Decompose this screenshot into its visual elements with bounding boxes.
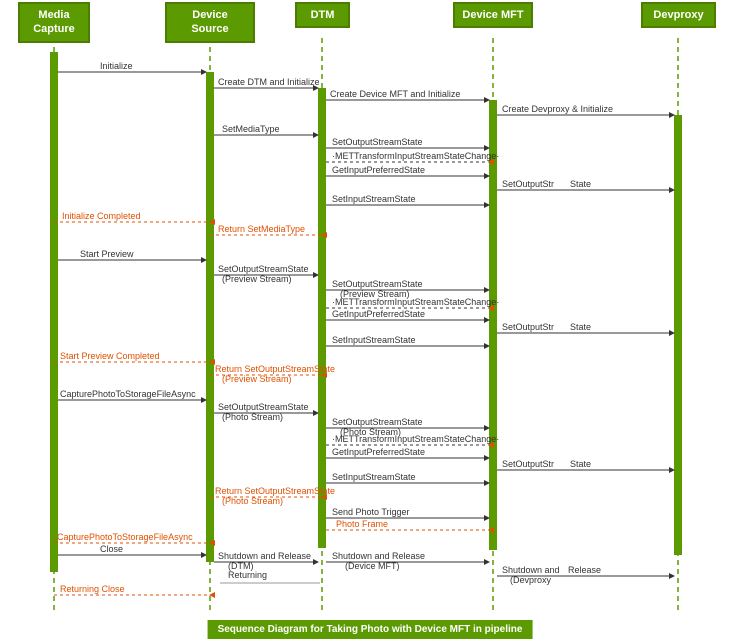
svg-text:SetOutputStr: SetOutputStr (502, 322, 554, 332)
svg-text:Create DTM and Initialize: Create DTM and Initialize (218, 77, 320, 87)
svg-text:CapturePhotoToStorageFileAsync: CapturePhotoToStorageFileAsync (60, 389, 196, 399)
svg-text:(Devproxy: (Devproxy (510, 575, 552, 585)
svg-text:SetOutputStreamState: SetOutputStreamState (332, 279, 423, 289)
actor-dtm: DTM (295, 2, 350, 28)
sequence-diagram-svg: Initialize Create DTM and Initialize Cre… (0, 0, 740, 643)
svg-text:SetOutputStreamState: SetOutputStreamState (332, 417, 423, 427)
svg-text:Release: Release (568, 565, 601, 575)
svg-text:State: State (570, 459, 591, 469)
svg-text:·METTransformInputStreamStateC: ·METTransformInputStreamStateChange· (332, 151, 499, 161)
svg-text:(Device MFT): (Device MFT) (345, 561, 400, 571)
svg-text:GetInputPreferredState: GetInputPreferredState (332, 447, 425, 457)
svg-text:GetInputPreferredState: GetInputPreferredState (332, 309, 425, 319)
svg-text:SetInputStreamState: SetInputStreamState (332, 194, 416, 204)
svg-text:SetInputStreamState: SetInputStreamState (332, 472, 416, 482)
svg-text:(Photo Stream): (Photo Stream) (222, 412, 283, 422)
actor-media-capture: Media Capture (18, 2, 90, 43)
svg-text:Return SetOutputStreamState: Return SetOutputStreamState (215, 364, 335, 374)
svg-text:Shutdown and Release: Shutdown and Release (332, 551, 425, 561)
diagram-container: Media Capture Device Source DTM Device M… (0, 0, 740, 643)
svg-text:SetOutputStreamState: SetOutputStreamState (332, 137, 423, 147)
svg-text:CapturePhotoToStorageFileAsync: CapturePhotoToStorageFileAsync (57, 532, 193, 542)
svg-text:SetOutputStreamState: SetOutputStreamState (218, 264, 309, 274)
svg-text:Return SetOutputStreamState: Return SetOutputStreamState (215, 486, 335, 496)
svg-text:Return SetMediaType: Return SetMediaType (218, 224, 305, 234)
svg-text:Start Preview: Start Preview (80, 249, 134, 259)
svg-text:Create Device MFT and Initiali: Create Device MFT and Initialize (330, 89, 460, 99)
svg-text:SetOutputStr: SetOutputStr (502, 459, 554, 469)
svg-text:Create Devproxy & Initialize: Create Devproxy & Initialize (502, 104, 613, 114)
svg-text:State: State (570, 322, 591, 332)
svg-text:Initialize: Initialize (100, 61, 133, 71)
actor-device-mft: Device MFT (453, 2, 533, 28)
svg-text:Returning: Returning (228, 570, 267, 580)
svg-text:SetOutputStr: SetOutputStr (502, 179, 554, 189)
actor-devproxy: Devproxy (641, 2, 716, 28)
svg-text:Shutdown and: Shutdown and (502, 565, 560, 575)
svg-text:(Preview Stream): (Preview Stream) (222, 374, 292, 384)
svg-text:·METTransformInputStreamStateC: ·METTransformInputStreamStateChange· (332, 434, 499, 444)
svg-text:Returning Close: Returning Close (60, 584, 125, 594)
svg-text:SetOutputStreamState: SetOutputStreamState (218, 402, 309, 412)
svg-text:Shutdown and Release: Shutdown and Release (218, 551, 311, 561)
svg-text:Photo Frame: Photo Frame (336, 519, 388, 529)
svg-text:Close: Close (100, 544, 123, 554)
svg-text:Initialize Completed: Initialize Completed (62, 211, 141, 221)
svg-text:SetInputStreamState: SetInputStreamState (332, 335, 416, 345)
svg-text:Send Photo Trigger: Send Photo Trigger (332, 507, 410, 517)
actor-device-source: Device Source (165, 2, 255, 43)
svg-text:·METTransformInputStreamStateC: ·METTransformInputStreamStateChange· (332, 297, 499, 307)
svg-text:(Preview Stream): (Preview Stream) (222, 274, 292, 284)
svg-text:GetInputPreferredState: GetInputPreferredState (332, 165, 425, 175)
svg-text:SetMediaType: SetMediaType (222, 124, 280, 134)
svg-text:State: State (570, 179, 591, 189)
svg-text:Start Preview Completed: Start Preview Completed (60, 351, 160, 361)
svg-text:(Photo Stream): (Photo Stream) (222, 496, 283, 506)
